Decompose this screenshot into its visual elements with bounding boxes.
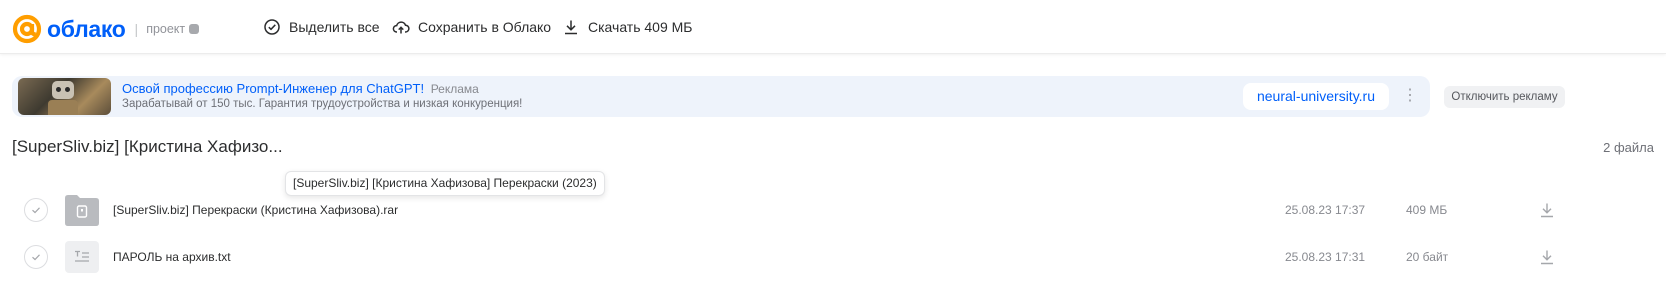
save-to-cloud-button[interactable]: Сохранить в Облако (392, 18, 551, 36)
text-file-icon (65, 241, 99, 273)
select-all-button[interactable]: Выделить все (263, 18, 380, 36)
row-select-checkbox[interactable] (24, 245, 48, 269)
ad-banner[interactable]: Освой профессию Prompt-Инженер для ChatG… (12, 76, 1430, 117)
file-row[interactable]: [SuperSliv.biz] Перекраски (Кристина Хаф… (0, 187, 1666, 233)
file-size: 20 байт (1406, 250, 1449, 264)
ad-label: Реклама (430, 82, 479, 96)
download-file-icon[interactable] (1538, 201, 1556, 219)
row-select-checkbox[interactable] (24, 198, 48, 222)
checkmark-icon (32, 254, 40, 261)
ad-more-icon[interactable]: ⋮ (1402, 87, 1418, 105)
file-name[interactable]: ПАРОЛЬ на архив.txt (113, 250, 231, 264)
vk-badge-icon (189, 24, 200, 34)
file-date: 25.08.23 17:31 (1285, 250, 1366, 264)
download-all-label: Скачать 409 МБ (588, 19, 693, 35)
project-label: проект (146, 22, 186, 36)
check-circle-icon (264, 19, 280, 35)
folder-name-tooltip: [SuperSliv.biz] [Кристина Хафизова] Пере… (285, 171, 605, 196)
download-all-button[interactable]: Скачать 409 МБ (562, 18, 693, 36)
ad-url-button[interactable]: neural-university.ru (1243, 83, 1389, 110)
file-row[interactable]: ПАРОЛЬ на архив.txt 25.08.23 17:31 20 ба… (0, 234, 1666, 280)
file-date: 25.08.23 17:37 (1285, 203, 1366, 217)
ad-image[interactable] (18, 78, 111, 115)
logo[interactable]: облако | проект (12, 14, 200, 44)
cloud-upload-icon (392, 21, 410, 34)
folder-title: [SuperSliv.biz] [Кристина Хафизо... (12, 137, 283, 156)
file-count: 2 файла (1603, 140, 1654, 155)
ad-title[interactable]: Освой профессию Prompt-Инженер для ChatG… (122, 81, 424, 96)
save-to-cloud-label: Сохранить в Облако (418, 19, 552, 35)
logo-text: облако (47, 16, 126, 42)
download-icon (565, 20, 577, 35)
logo-separator: | (134, 21, 139, 37)
ad-description: Зарабатывай от 150 тыс. Гарантия трудоус… (122, 98, 523, 110)
checkmark-icon (32, 207, 40, 214)
download-file-icon[interactable] (1538, 248, 1556, 266)
top-header: облако | проект Выделить все Сохранить в… (0, 0, 1666, 54)
disable-ads-button[interactable]: Отключить рекламу (1444, 86, 1565, 108)
select-all-label: Выделить все (289, 19, 380, 35)
file-size: 409 МБ (1406, 203, 1448, 217)
ad-title-line[interactable]: Освой профессию Prompt-Инженер для ChatG… (122, 81, 479, 96)
file-name[interactable]: [SuperSliv.biz] Перекраски (Кристина Хаф… (113, 203, 398, 217)
archive-icon (65, 194, 99, 226)
at-sign-logo-icon (12, 14, 42, 44)
